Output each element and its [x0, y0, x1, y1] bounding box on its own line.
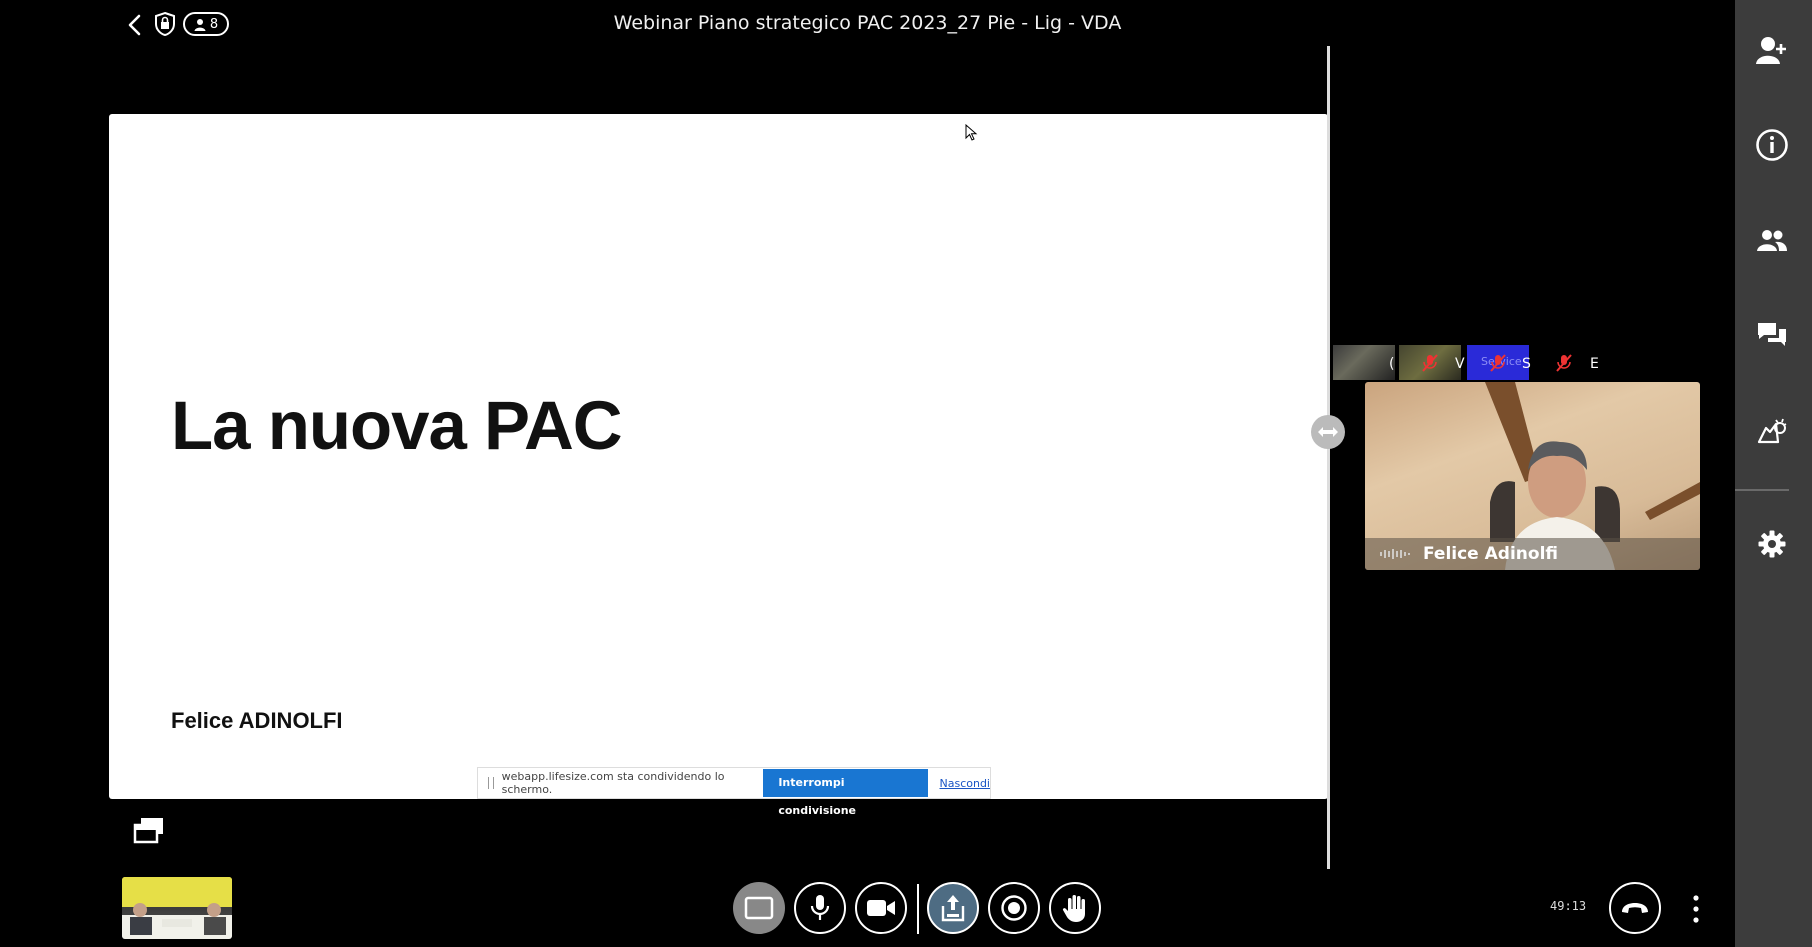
raise-hand-button[interactable] — [1049, 882, 1101, 934]
layout-icon — [744, 896, 774, 920]
participant-initial: E — [1590, 356, 1599, 372]
speaker-name-bar: Felice Adinolfi — [1365, 538, 1700, 570]
info-button[interactable] — [1752, 125, 1792, 165]
screen-share-notice: webapp.lifesize.com sta condividendo lo … — [477, 767, 991, 817]
control-divider — [917, 884, 919, 934]
participant-thumbnail[interactable] — [1399, 345, 1461, 380]
more-options-icon[interactable] — [1690, 893, 1702, 925]
share-screen-button[interactable] — [927, 882, 979, 934]
raise-hand-icon — [1062, 895, 1085, 922]
add-participant-icon — [1756, 37, 1786, 64]
mic-muted-icon — [1490, 354, 1506, 372]
audio-level-icon — [1380, 549, 1410, 559]
mouse-cursor-icon — [965, 124, 978, 141]
shared-screen-slide: La nuova PAC Felice ADINOLFI — [109, 114, 1328, 799]
participants-button[interactable] — [1752, 221, 1792, 261]
share-notice-message: webapp.lifesize.com sta condividendo lo … — [501, 770, 725, 796]
reactions-button[interactable] — [1752, 412, 1792, 452]
meeting-title: Webinar Piano strategico PAC 2023_27 Pie… — [613, 12, 1122, 34]
participant-thumbnail[interactable] — [1333, 345, 1395, 380]
resize-arrows-icon — [1318, 427, 1338, 437]
participants-icon — [1757, 230, 1787, 251]
hang-up-button[interactable] — [1609, 882, 1661, 934]
top-bar: 8 Webinar Piano strategico PAC 2023_27 P… — [0, 0, 1735, 48]
pip-window-icon[interactable] — [133, 816, 165, 844]
video-camera-icon — [867, 900, 895, 916]
mic-muted-icon — [1422, 354, 1438, 372]
resize-handle[interactable] — [1311, 415, 1345, 449]
camera-button[interactable] — [855, 882, 907, 934]
hide-notice-link[interactable]: Nascondi — [940, 777, 991, 790]
chat-icon — [1758, 323, 1786, 346]
hang-up-icon — [1622, 903, 1648, 913]
add-participant-button[interactable] — [1752, 30, 1792, 70]
participant-thumbnail[interactable]: Service — [1467, 345, 1529, 380]
self-view-thumbnail[interactable] — [122, 877, 232, 939]
share-screen-icon — [941, 895, 965, 922]
microphone-button[interactable] — [794, 882, 846, 934]
panel-divider[interactable] — [1327, 46, 1330, 869]
participant-initial: S — [1522, 356, 1531, 372]
record-button[interactable] — [988, 882, 1040, 934]
speaker-name: Felice Adinolfi — [1423, 544, 1558, 564]
chat-button[interactable] — [1752, 315, 1792, 355]
drag-handle-icon[interactable] — [488, 777, 494, 789]
call-timer: 49:13 — [1550, 899, 1587, 913]
sidebar-separator — [1735, 489, 1789, 491]
active-speaker-video[interactable]: Felice Adinolfi — [1365, 382, 1700, 570]
mic-muted-icon — [1556, 354, 1572, 372]
gear-icon — [1758, 530, 1786, 558]
microphone-icon — [810, 895, 830, 920]
participant-initial: ( — [1389, 356, 1395, 372]
reactions-icon — [1757, 418, 1787, 444]
slide-author: Felice ADINOLFI — [171, 708, 343, 733]
self-view-image — [122, 877, 232, 939]
stop-sharing-button[interactable]: Interrompi condivisione — [763, 769, 928, 817]
settings-button[interactable] — [1752, 524, 1792, 564]
info-icon — [1756, 129, 1788, 161]
participant-initial: V — [1455, 356, 1465, 372]
slide-title: La nuova PAC — [171, 387, 623, 464]
layout-button[interactable] — [733, 882, 785, 934]
record-icon — [1001, 895, 1027, 921]
